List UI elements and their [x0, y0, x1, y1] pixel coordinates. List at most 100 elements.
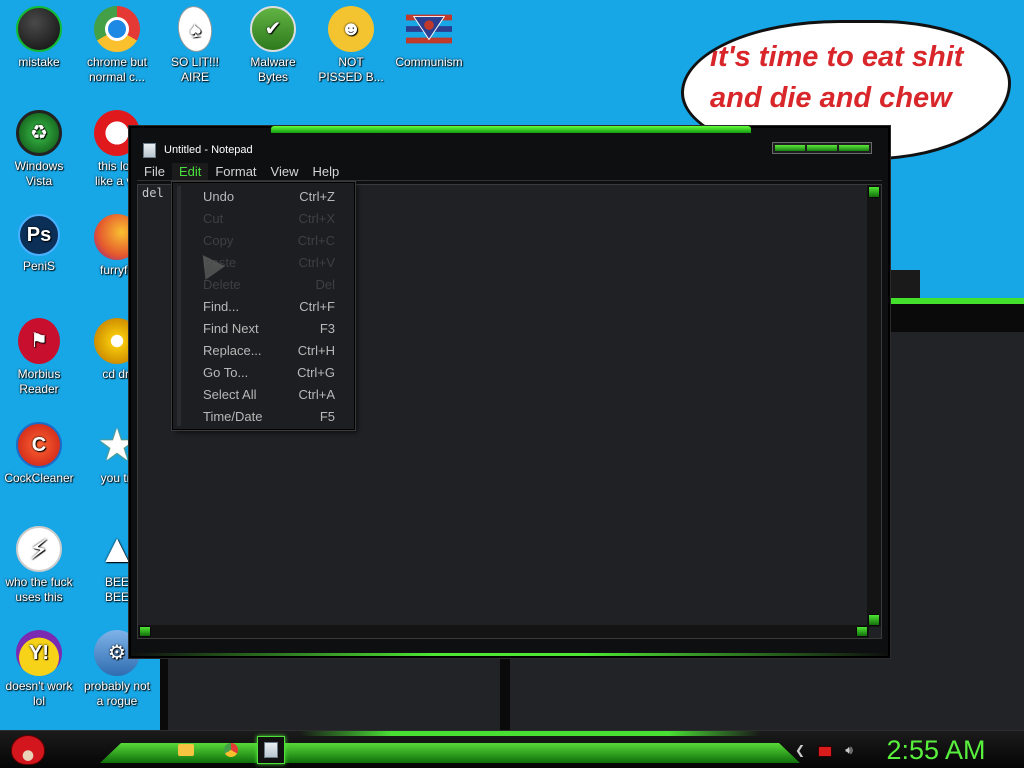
menu-item-label: Time/Date	[203, 408, 263, 424]
yahoo-messenger-icon: Y!	[16, 630, 62, 676]
menu-item-label: Replace...	[203, 342, 262, 358]
desktop-icon-malwarebytes[interactable]: ✔ Malware Bytes	[233, 0, 313, 85]
angry-bird-icon	[11, 735, 45, 765]
menu-item-shortcut: Ctrl+H	[297, 342, 335, 358]
menu-item-label: Find Next	[203, 320, 259, 336]
background-window-titlebar	[885, 298, 1024, 332]
menu-item-label: Cut	[203, 210, 224, 226]
taskbar: ❮ 🔊︎ 2:55 AM	[0, 730, 1024, 768]
desktop-icon-label: doesn't work lol	[5, 679, 73, 708]
menu-item-shortcut: Ctrl+X	[298, 210, 335, 226]
menu-item-label: Find...	[203, 298, 240, 314]
menu-view[interactable]: View	[264, 163, 306, 180]
scroll-up-button[interactable]	[868, 186, 880, 198]
menu-item-label: Go To...	[203, 364, 249, 380]
desktop-icon-cockcleaner[interactable]: C CockCleaner	[0, 416, 79, 486]
menu-item-shortcut: Del	[315, 276, 335, 292]
menu-item-undo[interactable]: Undo Ctrl+Z	[203, 186, 335, 206]
desktop-icon-label: mistake	[18, 55, 60, 69]
desktop-icon-label: Malware Bytes	[250, 55, 296, 84]
menu-help[interactable]: Help	[305, 163, 346, 180]
chrome-icon	[224, 743, 238, 757]
close-button[interactable]	[839, 145, 869, 151]
red-monitor-icon	[818, 745, 832, 757]
scroll-left-button[interactable]	[139, 626, 151, 637]
menu-item-shortcut: F3	[319, 320, 335, 336]
photoshop-icon: Ps	[18, 214, 60, 256]
taskbar-file-explorer[interactable]	[172, 736, 200, 764]
window-controls	[772, 142, 872, 154]
green-pig-icon: ☻	[328, 6, 374, 52]
desktop-icon-label: probably not a rogue	[83, 679, 151, 708]
editor-content: del	[142, 186, 164, 200]
taskbar-glow	[300, 731, 760, 736]
menu-item-label: Select All	[203, 386, 257, 402]
desktop-icon-label: who the fuck uses this	[5, 575, 73, 604]
volume-icon[interactable]: 🔊︎	[841, 742, 857, 758]
desktop-icon-label: PeniS	[22, 259, 56, 273]
menu-item-shortcut: Ctrl+F	[299, 298, 335, 314]
recycle-icon: ♻	[16, 110, 62, 156]
menu-item-copy: Copy Ctrl+C	[203, 230, 335, 250]
desktop-icon-label: Morbius Reader	[17, 367, 61, 396]
window-bottom-glow	[131, 653, 888, 656]
desktop-icon-label: NOT PISSED B...	[318, 55, 384, 84]
scroll-right-button[interactable]	[856, 626, 868, 637]
menu-file[interactable]: File	[137, 163, 172, 180]
desktop-icon-mistake[interactable]: mistake	[0, 0, 79, 70]
file-explorer-icon	[178, 744, 194, 756]
edit-menu-dropdown: Undo Ctrl+Z Cut Ctrl+X Copy Ctrl+C Paste…	[172, 182, 355, 430]
desktop-icon-label: chrome but normal c...	[86, 55, 148, 84]
acrobat-icon: ⚑	[18, 318, 60, 364]
menu-item-go-to[interactable]: Go To... Ctrl+G	[203, 362, 335, 382]
taskbar-chrome[interactable]	[217, 736, 245, 764]
taskbar-clock[interactable]: 2:55 AM	[876, 735, 996, 765]
menu-edit[interactable]: Edit	[171, 163, 209, 180]
desktop-icon-doesnt-work[interactable]: Y! doesn't work lol	[0, 624, 79, 709]
tray-network-icon[interactable]	[817, 742, 833, 758]
menu-item-find[interactable]: Find... Ctrl+F	[203, 296, 335, 316]
ccleaner-icon: C	[16, 422, 62, 468]
menu-item-select-all[interactable]: Select All Ctrl+A	[203, 384, 335, 404]
desktop-icon-morbius-reader[interactable]: ⚑ Morbius Reader	[0, 312, 79, 397]
menu-item-find-next[interactable]: Find Next F3	[203, 318, 335, 338]
desktop-icon-who-uses-this[interactable]: ⚡ who the fuck uses this	[0, 520, 79, 605]
desktop-icon-windows-vista[interactable]: ♻ Windows Vista	[0, 104, 79, 189]
menu-item-replace[interactable]: Replace... Ctrl+H	[203, 340, 335, 360]
menu-item-shortcut: Ctrl+Z	[299, 188, 335, 204]
taskbar-green-band	[100, 743, 800, 763]
flag-emblem-icon	[406, 6, 452, 52]
menu-item-label: Delete	[203, 276, 241, 292]
titlebar-glow	[271, 126, 751, 133]
desktop-icon-penis[interactable]: Ps PeniS	[0, 208, 79, 274]
start-button[interactable]	[8, 732, 48, 768]
desktop-icon-solitaire[interactable]: ♠ SO LIT!!! AIRE	[155, 0, 235, 85]
menu-item-shortcut: Ctrl+A	[298, 386, 335, 402]
vertical-scrollbar[interactable]	[867, 185, 881, 627]
lightning-icon: ⚡	[16, 526, 62, 572]
menu-item-label: Undo	[203, 188, 235, 204]
menu-item-label: Copy	[203, 232, 234, 248]
emblem-icon-graphic	[406, 14, 452, 44]
menu-item-shortcut: Ctrl+V	[298, 254, 335, 270]
notepad-titlebar[interactable]: Untitled - Notepad	[137, 138, 882, 162]
menu-item-shortcut: Ctrl+C	[297, 232, 335, 248]
menu-item-cut: Cut Ctrl+X	[203, 208, 335, 228]
desktop-icon-not-pissed[interactable]: ☻ NOT PISSED B...	[311, 0, 391, 85]
desktop-icon-label: Communism	[395, 55, 463, 69]
chrome-icon	[94, 6, 140, 52]
tray-chevron-icon[interactable]: ❮	[792, 742, 808, 758]
scroll-down-button[interactable]	[868, 614, 880, 626]
shield-check-icon: ✔	[250, 6, 296, 52]
menu-bar: File Edit Format View Help	[137, 163, 882, 181]
desktop-icon-chrome[interactable]: chrome but normal c...	[77, 0, 157, 85]
maximize-button[interactable]	[807, 145, 837, 151]
desktop-icon-communism[interactable]: Communism	[389, 0, 469, 70]
taskbar-notepad[interactable]	[257, 736, 285, 764]
menu-item-time-date[interactable]: Time/Date F5	[203, 406, 335, 426]
menu-item-delete: Delete Del	[203, 274, 335, 294]
minimize-button[interactable]	[775, 145, 805, 151]
horizontal-scrollbar[interactable]	[138, 625, 869, 638]
menu-format[interactable]: Format	[208, 163, 263, 180]
notepad-icon	[143, 142, 156, 158]
